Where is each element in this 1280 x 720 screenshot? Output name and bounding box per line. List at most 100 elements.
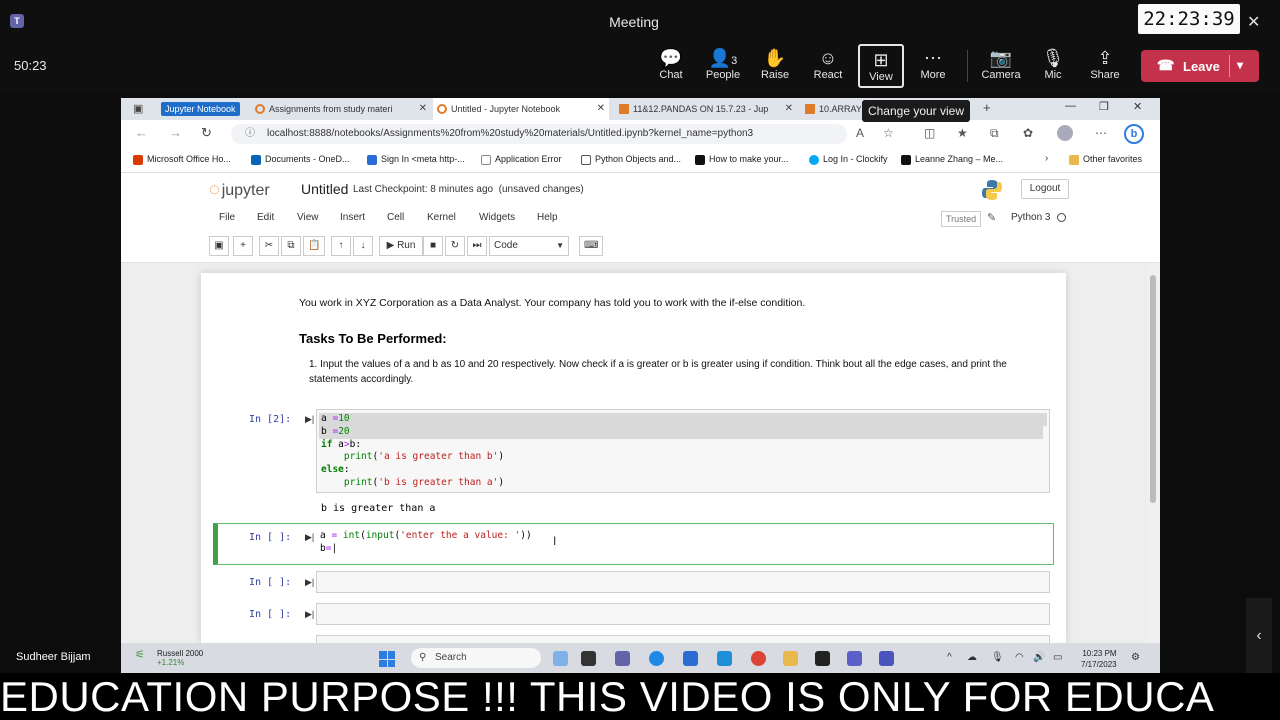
- close-tab-icon[interactable]: ✕: [785, 98, 793, 120]
- page-scrollbar[interactable]: [1147, 263, 1160, 643]
- back-icon[interactable]: ←: [135, 125, 148, 140]
- taskbar-search[interactable]: ⚲ Search: [411, 648, 541, 668]
- site-info-icon[interactable]: ⓘ: [245, 124, 255, 144]
- read-aloud-icon[interactable]: A: [856, 126, 864, 140]
- split-screen-icon[interactable]: ◫: [924, 126, 935, 140]
- kernel-name[interactable]: Python 3: [1011, 212, 1050, 223]
- collections-icon[interactable]: ⧉: [990, 126, 999, 141]
- chevron-right-icon[interactable]: ›: [1045, 153, 1048, 164]
- bookmark-item[interactable]: How to make your...: [695, 154, 789, 165]
- run-cell-icon[interactable]: ▶|: [305, 577, 314, 588]
- menu-cell[interactable]: Cell: [387, 212, 404, 223]
- tab-pandas[interactable]: 11&12.PANDAS ON 15.7.23 - Jup ✕: [615, 98, 797, 120]
- move-down-icon[interactable]: ↓: [353, 236, 373, 256]
- mic-tray-icon[interactable]: 🎙: [991, 652, 1004, 663]
- tab-group-chip[interactable]: Jupyter Notebook: [161, 102, 240, 116]
- menu-edit[interactable]: Edit: [257, 212, 274, 223]
- menu-insert[interactable]: Insert: [340, 212, 365, 223]
- raise-hand-button[interactable]: ✋ Raise: [752, 44, 798, 88]
- teams-app-icon[interactable]: [615, 651, 630, 666]
- bookmark-item[interactable]: Leanne Zhang – Me...: [901, 154, 1003, 165]
- close-tab-icon[interactable]: ✕: [597, 98, 605, 120]
- bookmark-item[interactable]: Microsoft Office Ho...: [133, 154, 231, 165]
- run-button[interactable]: ▶ Run: [379, 236, 423, 256]
- fast-forward-icon[interactable]: ⏭: [467, 236, 487, 256]
- photos-icon[interactable]: [683, 651, 698, 666]
- pencil-icon[interactable]: ✎: [987, 211, 996, 224]
- url-input[interactable]: ⓘ localhost:8888/notebooks/Assignments%20…: [231, 124, 847, 144]
- edge-icon[interactable]: [649, 651, 664, 666]
- file-explorer-icon[interactable]: [783, 651, 798, 666]
- leave-button[interactable]: ☎ Leave ▾: [1141, 50, 1259, 82]
- camera-button[interactable]: 📷 Camera: [978, 44, 1024, 88]
- stop-icon[interactable]: ■: [423, 236, 443, 256]
- tab-assignments[interactable]: Assignments from study materi ✕: [251, 98, 431, 120]
- terminal-icon[interactable]: [815, 651, 830, 666]
- react-button[interactable]: ☺ React: [805, 44, 851, 88]
- favorites-icon[interactable]: ★: [957, 126, 968, 140]
- mic-button[interactable]: 🎙 Mic: [1030, 44, 1076, 88]
- command-palette-icon[interactable]: ⌨: [579, 236, 604, 256]
- more-button[interactable]: ⋯ More: [910, 44, 956, 88]
- code-cell-editor[interactable]: [316, 571, 1050, 593]
- share-button[interactable]: ⇪ Share: [1082, 44, 1128, 88]
- run-cell-icon[interactable]: ▶|: [305, 414, 314, 425]
- notifications-icon[interactable]: ⚙: [1131, 652, 1140, 663]
- tab-untitled[interactable]: Untitled - Jupyter Notebook ✕: [433, 98, 609, 120]
- scrollbar-thumb[interactable]: [1150, 275, 1156, 503]
- menu-file[interactable]: File: [219, 212, 235, 223]
- code-cell-editor[interactable]: a = int(input('enter the a value: ')) b=…: [316, 527, 1050, 559]
- notebook-name[interactable]: Untitled: [301, 181, 348, 197]
- reload-icon[interactable]: ↻: [201, 125, 212, 141]
- onedrive-tray-icon[interactable]: ☁: [967, 652, 977, 663]
- code-cell-editor[interactable]: [316, 603, 1050, 625]
- bing-copilot-icon[interactable]: b: [1124, 124, 1144, 144]
- stock-widget[interactable]: ⚟ Russell 2000 +1.21%: [135, 649, 203, 667]
- menu-view[interactable]: View: [297, 212, 319, 223]
- cut-icon[interactable]: ✂: [259, 236, 279, 256]
- taskbar-clock[interactable]: 10:23 PM 7/17/2023: [1081, 648, 1117, 670]
- battery-icon[interactable]: ▭: [1053, 652, 1062, 663]
- run-cell-icon[interactable]: ▶|: [305, 532, 314, 543]
- run-cell-icon[interactable]: ▶|: [305, 609, 314, 620]
- windows-start-icon[interactable]: [379, 651, 395, 667]
- store-icon[interactable]: [717, 651, 732, 666]
- forward-icon[interactable]: →: [169, 125, 182, 140]
- logout-button[interactable]: Logout: [1021, 179, 1069, 199]
- save-icon[interactable]: ▣: [209, 236, 229, 256]
- bookmark-item[interactable]: Sign In <meta http-...: [367, 154, 465, 165]
- restore-icon[interactable]: ❐: [1099, 100, 1109, 113]
- settings-more-icon[interactable]: ⋯: [1095, 126, 1107, 140]
- people-button[interactable]: 👤3 People: [700, 44, 746, 88]
- bookmark-item[interactable]: Documents - OneD...: [251, 154, 350, 165]
- extensions-icon[interactable]: ✿: [1023, 126, 1033, 140]
- tab-arrays[interactable]: 10.ARRAYS: [801, 98, 861, 120]
- menu-kernel[interactable]: Kernel: [427, 212, 456, 223]
- move-up-icon[interactable]: ↑: [331, 236, 351, 256]
- other-favorites[interactable]: Other favorites: [1069, 154, 1142, 165]
- profile-avatar[interactable]: [1057, 125, 1073, 141]
- favorite-star-icon[interactable]: ☆: [883, 126, 894, 140]
- bing-app-icon[interactable]: [553, 651, 568, 666]
- desktop-icon[interactable]: [581, 651, 596, 666]
- menu-widgets[interactable]: Widgets: [479, 212, 515, 223]
- new-tab-icon[interactable]: +: [983, 100, 991, 115]
- paste-icon[interactable]: 📋: [303, 236, 326, 256]
- teams-classic-icon[interactable]: [879, 651, 894, 666]
- trusted-badge[interactable]: Trusted: [941, 211, 982, 227]
- volume-icon[interactable]: 🔊: [1033, 652, 1045, 663]
- code-cell-editor[interactable]: [316, 635, 1050, 643]
- menu-help[interactable]: Help: [537, 212, 558, 223]
- tab-actions-icon[interactable]: ▣: [133, 102, 143, 115]
- minimize-icon[interactable]: —: [1065, 100, 1076, 112]
- jupyter-logo[interactable]: ◌ jupyter: [209, 179, 270, 200]
- bookmark-item[interactable]: Log In - Clockify: [809, 154, 888, 165]
- chat-button[interactable]: 💬 Chat: [648, 44, 694, 88]
- close-window-icon[interactable]: ✕: [1133, 100, 1142, 113]
- wifi-icon[interactable]: ◠: [1015, 652, 1024, 663]
- bookmark-item[interactable]: Application Error: [481, 154, 562, 165]
- copy-icon[interactable]: ⧉: [281, 236, 301, 256]
- chevron-down-icon[interactable]: ▾: [1237, 58, 1243, 72]
- window-close-icon[interactable]: ✕: [1247, 12, 1260, 32]
- chevron-left-icon[interactable]: ‹: [1246, 598, 1272, 674]
